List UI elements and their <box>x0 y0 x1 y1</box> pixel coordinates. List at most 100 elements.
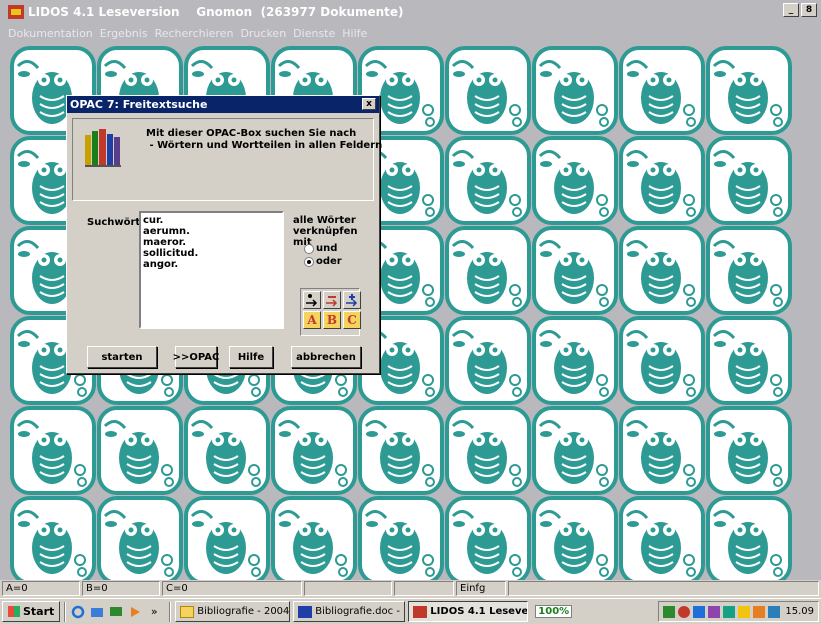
radio-oder-label: oder <box>316 256 342 267</box>
windows-logo-icon <box>8 606 20 617</box>
set-c-button[interactable]: C <box>343 311 361 329</box>
menu-drucken[interactable]: Drucken <box>240 27 286 40</box>
media-player-icon[interactable] <box>127 604 143 620</box>
task-label-folder: Bibliografie - 2004-1-30 <box>197 606 290 617</box>
taskbar-separator <box>64 601 67 622</box>
info-line-2: - Wörtern und Wortteilen in allen Felder… <box>146 140 383 151</box>
system-tray: 15.09 <box>658 601 819 622</box>
owl-tile <box>619 226 706 316</box>
status-empty-3 <box>508 581 819 596</box>
radio-oder[interactable]: oder <box>304 256 342 267</box>
app-title: LIDOS 4.1 Leseversion Gnomon (263977 Dok… <box>28 4 404 19</box>
display-icon[interactable] <box>708 605 721 618</box>
zoom-indicator[interactable]: 100% <box>535 605 573 618</box>
owl-tile <box>706 46 793 136</box>
owl-tile <box>706 136 793 226</box>
outlook-icon[interactable] <box>89 604 105 620</box>
menu-dienste[interactable]: Dienste <box>293 27 335 40</box>
task-lidos[interactable]: LIDOS 4.1 Leseversi... <box>408 601 529 622</box>
set-b-button[interactable]: B <box>323 311 341 329</box>
task-label-lidos: LIDOS 4.1 Leseversi... <box>430 606 529 617</box>
dialog-titlebar: OPAC 7: Freitextsuche x <box>67 96 379 113</box>
clock: 15.09 <box>785 606 814 617</box>
cancel-button[interactable]: abbrechen <box>291 346 361 368</box>
owl-tile <box>445 136 532 226</box>
owl-tile <box>532 46 619 136</box>
taskbar: Start » Bibliografie - 2004-1-30 Bibliog… <box>0 598 821 624</box>
owl-tile <box>706 316 793 406</box>
books-icon <box>85 129 121 167</box>
owl-tile <box>619 406 706 496</box>
start-search-button[interactable]: starten <box>87 346 157 368</box>
owl-tile <box>184 406 271 496</box>
speaker-icon[interactable] <box>738 605 751 618</box>
desktop-icon[interactable] <box>108 604 124 620</box>
owl-tile <box>532 406 619 496</box>
subtract-arrow-icon[interactable] <box>323 291 341 309</box>
dialog-title: OPAC 7: Freitextsuche <box>70 98 208 111</box>
task-bibliografie-folder[interactable]: Bibliografie - 2004-1-30 <box>175 601 291 622</box>
opac-dialog: OPAC 7: Freitextsuche x Mit dieser OPAC-… <box>66 95 382 374</box>
quicklaunch-more-chevron[interactable]: » <box>146 604 162 620</box>
menu-recherchieren[interactable]: Recherchieren <box>155 27 234 40</box>
restore-button[interactable]: 8 <box>801 3 817 17</box>
search-terms-textarea[interactable]: cur. aerumn. maeror. sollicitud. angor. <box>139 211 284 329</box>
taskbar-separator-2 <box>169 601 172 622</box>
dialog-close-button[interactable]: x <box>362 98 376 110</box>
owl-tile <box>271 406 358 496</box>
status-empty-1 <box>304 581 392 596</box>
owl-tile <box>97 496 184 580</box>
status-set-b: B=0 <box>82 581 160 596</box>
info-text: Mit dieser OPAC-Box suchen Sie nach - Wö… <box>146 128 382 152</box>
owl-tile <box>445 406 532 496</box>
start-button[interactable]: Start <box>2 601 61 622</box>
owl-tile <box>619 496 706 580</box>
status-set-a: A=0 <box>2 581 80 596</box>
shield-icon[interactable] <box>693 605 706 618</box>
task-word-document[interactable]: Bibliografie.doc - Micro... <box>293 601 406 622</box>
antivirus-icon[interactable] <box>678 605 691 618</box>
keyboard-icon[interactable] <box>723 605 736 618</box>
owl-tile <box>532 496 619 580</box>
insert-arrow-icon[interactable] <box>303 291 321 309</box>
status-mode: Einfg <box>456 581 506 596</box>
app-titlebar: LIDOS 4.1 Leseversion Gnomon (263977 Dok… <box>0 0 821 23</box>
owl-tile <box>358 496 445 580</box>
info-line-1: Mit dieser OPAC-Box suchen Sie nach <box>146 128 357 139</box>
owl-tile <box>10 496 97 580</box>
owl-tile <box>706 226 793 316</box>
menu-ergebnis[interactable]: Ergebnis <box>100 27 148 40</box>
owl-tile <box>97 406 184 496</box>
word-icon <box>298 605 313 618</box>
owl-tile <box>619 316 706 406</box>
internet-explorer-icon[interactable] <box>70 604 86 620</box>
opac-button[interactable]: >>OPAC <box>173 346 219 368</box>
owl-tile <box>706 496 793 580</box>
network-icon[interactable] <box>663 605 676 618</box>
folder-tray-icon[interactable] <box>753 605 766 618</box>
owl-tile <box>10 406 97 496</box>
minimize-button[interactable]: _ <box>783 3 799 17</box>
flag-icon[interactable] <box>768 605 781 618</box>
owl-tile <box>532 316 619 406</box>
owl-tile <box>445 46 532 136</box>
radio-und[interactable]: und <box>304 243 337 254</box>
radio-oder-dot[interactable] <box>304 256 314 267</box>
radio-und-dot[interactable] <box>304 243 314 254</box>
lidos-app-icon[interactable] <box>8 4 24 19</box>
menubar: Dokumentation Ergebnis Recherchieren Dru… <box>0 23 821 43</box>
owl-tile <box>271 496 358 580</box>
owl-tile <box>445 226 532 316</box>
folder-icon <box>180 605 195 618</box>
lidos-icon <box>413 605 428 618</box>
menu-dokumentation[interactable]: Dokumentation <box>8 27 93 40</box>
start-label: Start <box>23 605 55 618</box>
add-arrow-icon[interactable] <box>343 291 361 309</box>
status-set-c: C=0 <box>162 581 302 596</box>
radio-und-label: und <box>316 243 338 254</box>
operator-toolbar: A B C <box>300 288 361 336</box>
help-button[interactable]: Hilfe <box>229 346 273 368</box>
owl-tile <box>706 406 793 496</box>
set-a-button[interactable]: A <box>303 311 321 329</box>
menu-hilfe[interactable]: Hilfe <box>342 27 367 40</box>
